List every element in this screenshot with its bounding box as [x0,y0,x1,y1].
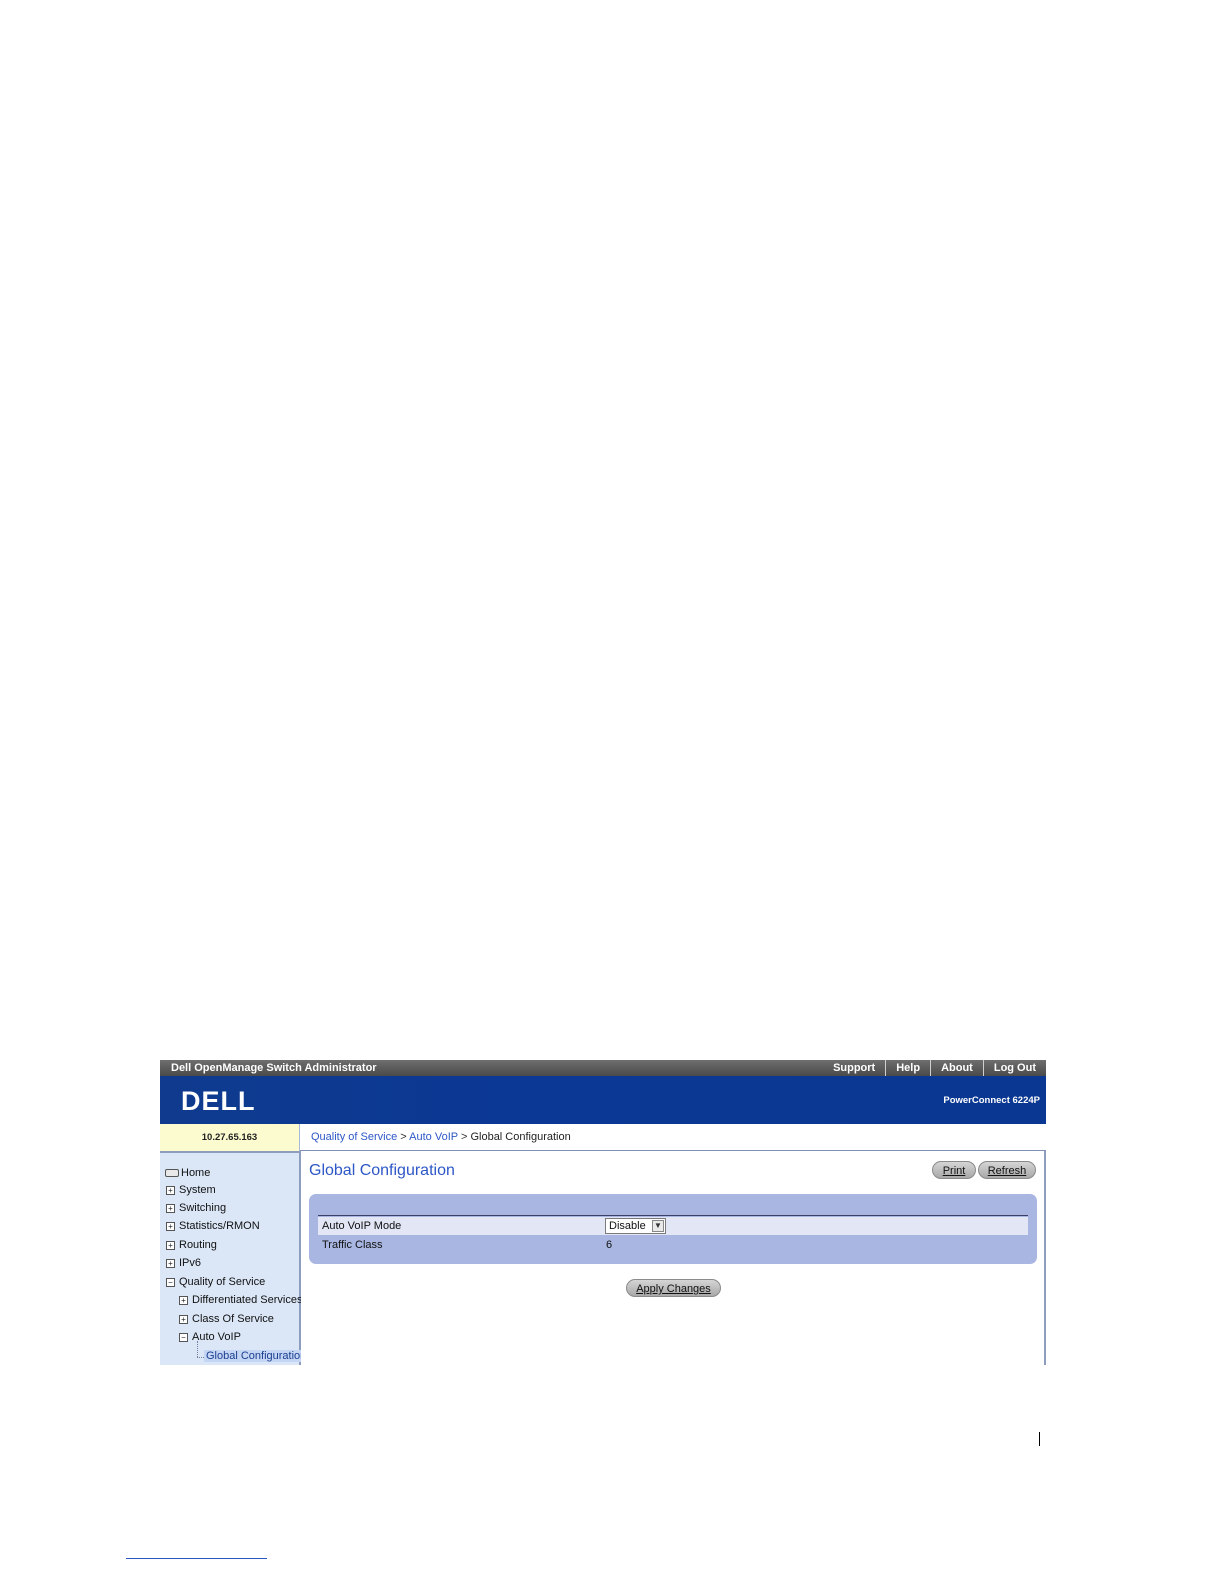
tree-label-statistics-rmon: Statistics/RMON [179,1220,260,1232]
breadcrumb-separator: > [400,1131,407,1143]
tree-item-global-configuration[interactable]: Global Configuration [204,1350,309,1362]
tree-label-auto-voip: Auto VoIP [192,1331,241,1343]
refresh-button[interactable]: Refresh [978,1161,1036,1179]
tree-label-quality-of-service: Quality of Service [179,1276,266,1288]
product-name: PowerConnect 6224P [943,1095,1040,1106]
auto-voip-mode-label: Auto VoIP Mode [322,1220,402,1232]
expand-icon[interactable]: + [166,1258,175,1268]
breadcrumb-auto-voip[interactable]: Auto VoIP [409,1131,458,1143]
page-margin-mark [1039,1432,1040,1446]
expand-icon[interactable]: + [166,1240,175,1250]
collapse-icon[interactable]: − [166,1277,175,1287]
tree-item-quality-of-service[interactable]: − Quality of Service [166,1276,265,1288]
settings-panel: Auto VoIP Mode Disable ▼ Traffic Class 6 [309,1194,1037,1264]
page-title: Global Configuration [309,1162,455,1179]
table-row: Auto VoIP Mode Disable ▼ [318,1217,1028,1235]
apply-changes-button[interactable]: Apply Changes [626,1279,721,1297]
tree-label-ipv6: IPv6 [179,1257,202,1269]
home-icon [165,1169,179,1178]
tree-connector [197,1357,204,1358]
tree-label-system: System [179,1184,216,1196]
expand-icon[interactable]: + [179,1314,188,1324]
tree-connector [197,1341,198,1357]
auto-voip-mode-select[interactable]: Disable ▼ [605,1218,666,1234]
app-title: Dell OpenManage Switch Administrator [171,1062,377,1074]
footer-rule [126,1558,267,1559]
about-link[interactable]: About [930,1060,983,1076]
breadcrumb: Quality of Service > Auto VoIP > Global … [300,1124,1046,1151]
tree-item-statistics-rmon[interactable]: + Statistics/RMON [166,1220,260,1232]
auto-voip-mode-value: Disable [609,1220,646,1232]
brand-band: DELL PowerConnect 6224P [160,1076,1046,1124]
ip-address: 10.27.65.163 [160,1124,300,1151]
content-pane: Global Configuration Print Refresh Auto … [301,1151,1046,1365]
chevron-down-icon[interactable]: ▼ [652,1220,664,1232]
breadcrumb-quality-of-service[interactable]: Quality of Service [311,1131,397,1143]
tree-label-home: Home [181,1167,211,1179]
tree-item-class-of-service[interactable]: + Class Of Service [179,1313,274,1325]
browser-screenshot: Dell OpenManage Switch Administrator Sup… [160,1060,1046,1365]
expand-icon[interactable]: + [179,1295,188,1305]
help-link[interactable]: Help [885,1060,930,1076]
collapse-icon[interactable]: − [179,1332,188,1342]
support-link[interactable]: Support [823,1060,885,1076]
breadcrumb-current: Global Configuration [470,1131,571,1143]
tree-label-class-of-service: Class Of Service [192,1313,274,1325]
tree-item-system[interactable]: + System [166,1184,216,1196]
tree-item-auto-voip[interactable]: − Auto VoIP [179,1331,241,1343]
tree-item-differentiated-services[interactable]: + Differentiated Services [179,1294,302,1306]
tree-label-differentiated-services: Differentiated Services [192,1294,303,1306]
dell-logo-text: DELL [181,1086,256,1116]
expand-icon[interactable]: + [166,1203,175,1213]
print-button[interactable]: Print [932,1161,976,1179]
top-links: Support Help About Log Out [823,1060,1046,1076]
tree-label-routing: Routing [179,1239,217,1251]
tree-label-switching: Switching [179,1202,227,1214]
expand-icon[interactable]: + [166,1221,175,1231]
traffic-class-value: 6 [606,1239,613,1251]
tree-item-home[interactable]: Home [165,1167,210,1179]
table-row: Traffic Class 6 [318,1236,1028,1254]
navigation-tree: Home + System + Switching + Statistics/RMON… [160,1151,309,1365]
tree-item-switching[interactable]: + Switching [166,1202,226,1214]
traffic-class-label: Traffic Class [322,1239,383,1251]
breadcrumb-separator: > [460,1131,468,1143]
tree-label-global-configuration: Global Configuration [206,1350,307,1362]
expand-icon[interactable]: + [166,1185,175,1195]
title-bar: Dell OpenManage Switch Administrator Sup… [160,1060,1046,1076]
log-out-link[interactable]: Log Out [982,1060,1046,1076]
tree-item-routing[interactable]: + Routing [166,1239,217,1251]
tree-item-ipv6[interactable]: + IPv6 [166,1257,201,1269]
panel-divider [318,1215,1028,1216]
dell-logo: DELL [164,1086,274,1116]
